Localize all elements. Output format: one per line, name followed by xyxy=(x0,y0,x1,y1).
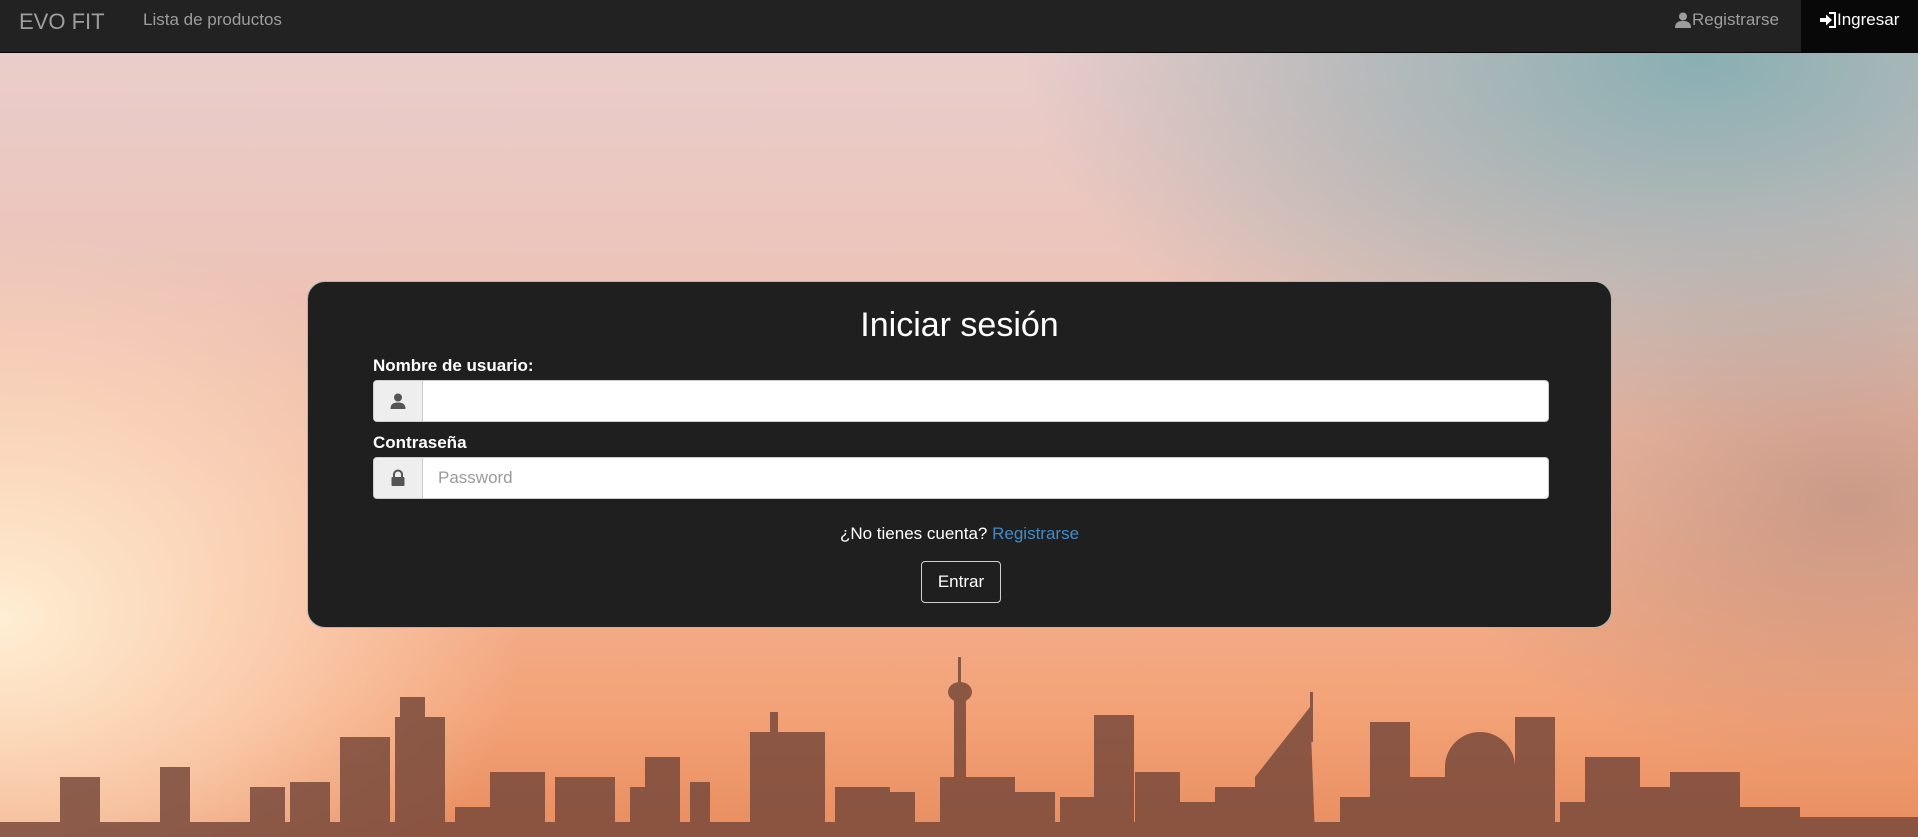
top-navbar: EVO FIT Lista de productos Registrarse I… xyxy=(0,0,1918,53)
nav-products-link[interactable]: Lista de productos xyxy=(143,10,282,30)
password-input[interactable] xyxy=(423,458,1548,498)
register-link[interactable]: Registrarse xyxy=(992,524,1079,543)
nav-register-link[interactable]: Registrarse xyxy=(1674,10,1779,30)
nav-login-active-item: Ingresar xyxy=(1801,0,1918,52)
login-submit-button[interactable]: Entrar xyxy=(921,561,1001,603)
page-title: Iniciar sesión xyxy=(860,306,1059,344)
brand-logo-link[interactable]: EVO FIT xyxy=(19,9,105,35)
no-account-prompt: ¿No tienes cuenta? Registrarse xyxy=(308,524,1611,544)
user-icon xyxy=(390,393,406,409)
password-addon xyxy=(374,458,423,498)
login-panel: Iniciar sesión Nombre de usuario: Contra… xyxy=(307,281,1612,628)
nav-login-label: Ingresar xyxy=(1837,10,1900,29)
password-input-group xyxy=(373,457,1549,499)
username-label: Nombre de usuario: xyxy=(373,356,534,375)
username-addon xyxy=(374,381,423,421)
lock-icon xyxy=(391,469,405,486)
username-input-group xyxy=(373,380,1549,422)
nav-register-label: Registrarse xyxy=(1692,10,1779,29)
user-icon xyxy=(1675,12,1691,28)
no-account-text: ¿No tienes cuenta? xyxy=(839,524,993,543)
log-in-icon xyxy=(1820,12,1836,28)
username-input[interactable] xyxy=(423,381,1548,421)
nav-login-link[interactable]: Ingresar xyxy=(1819,10,1899,30)
password-label: Contraseña xyxy=(373,433,467,452)
city-skyline-image xyxy=(0,657,1918,837)
